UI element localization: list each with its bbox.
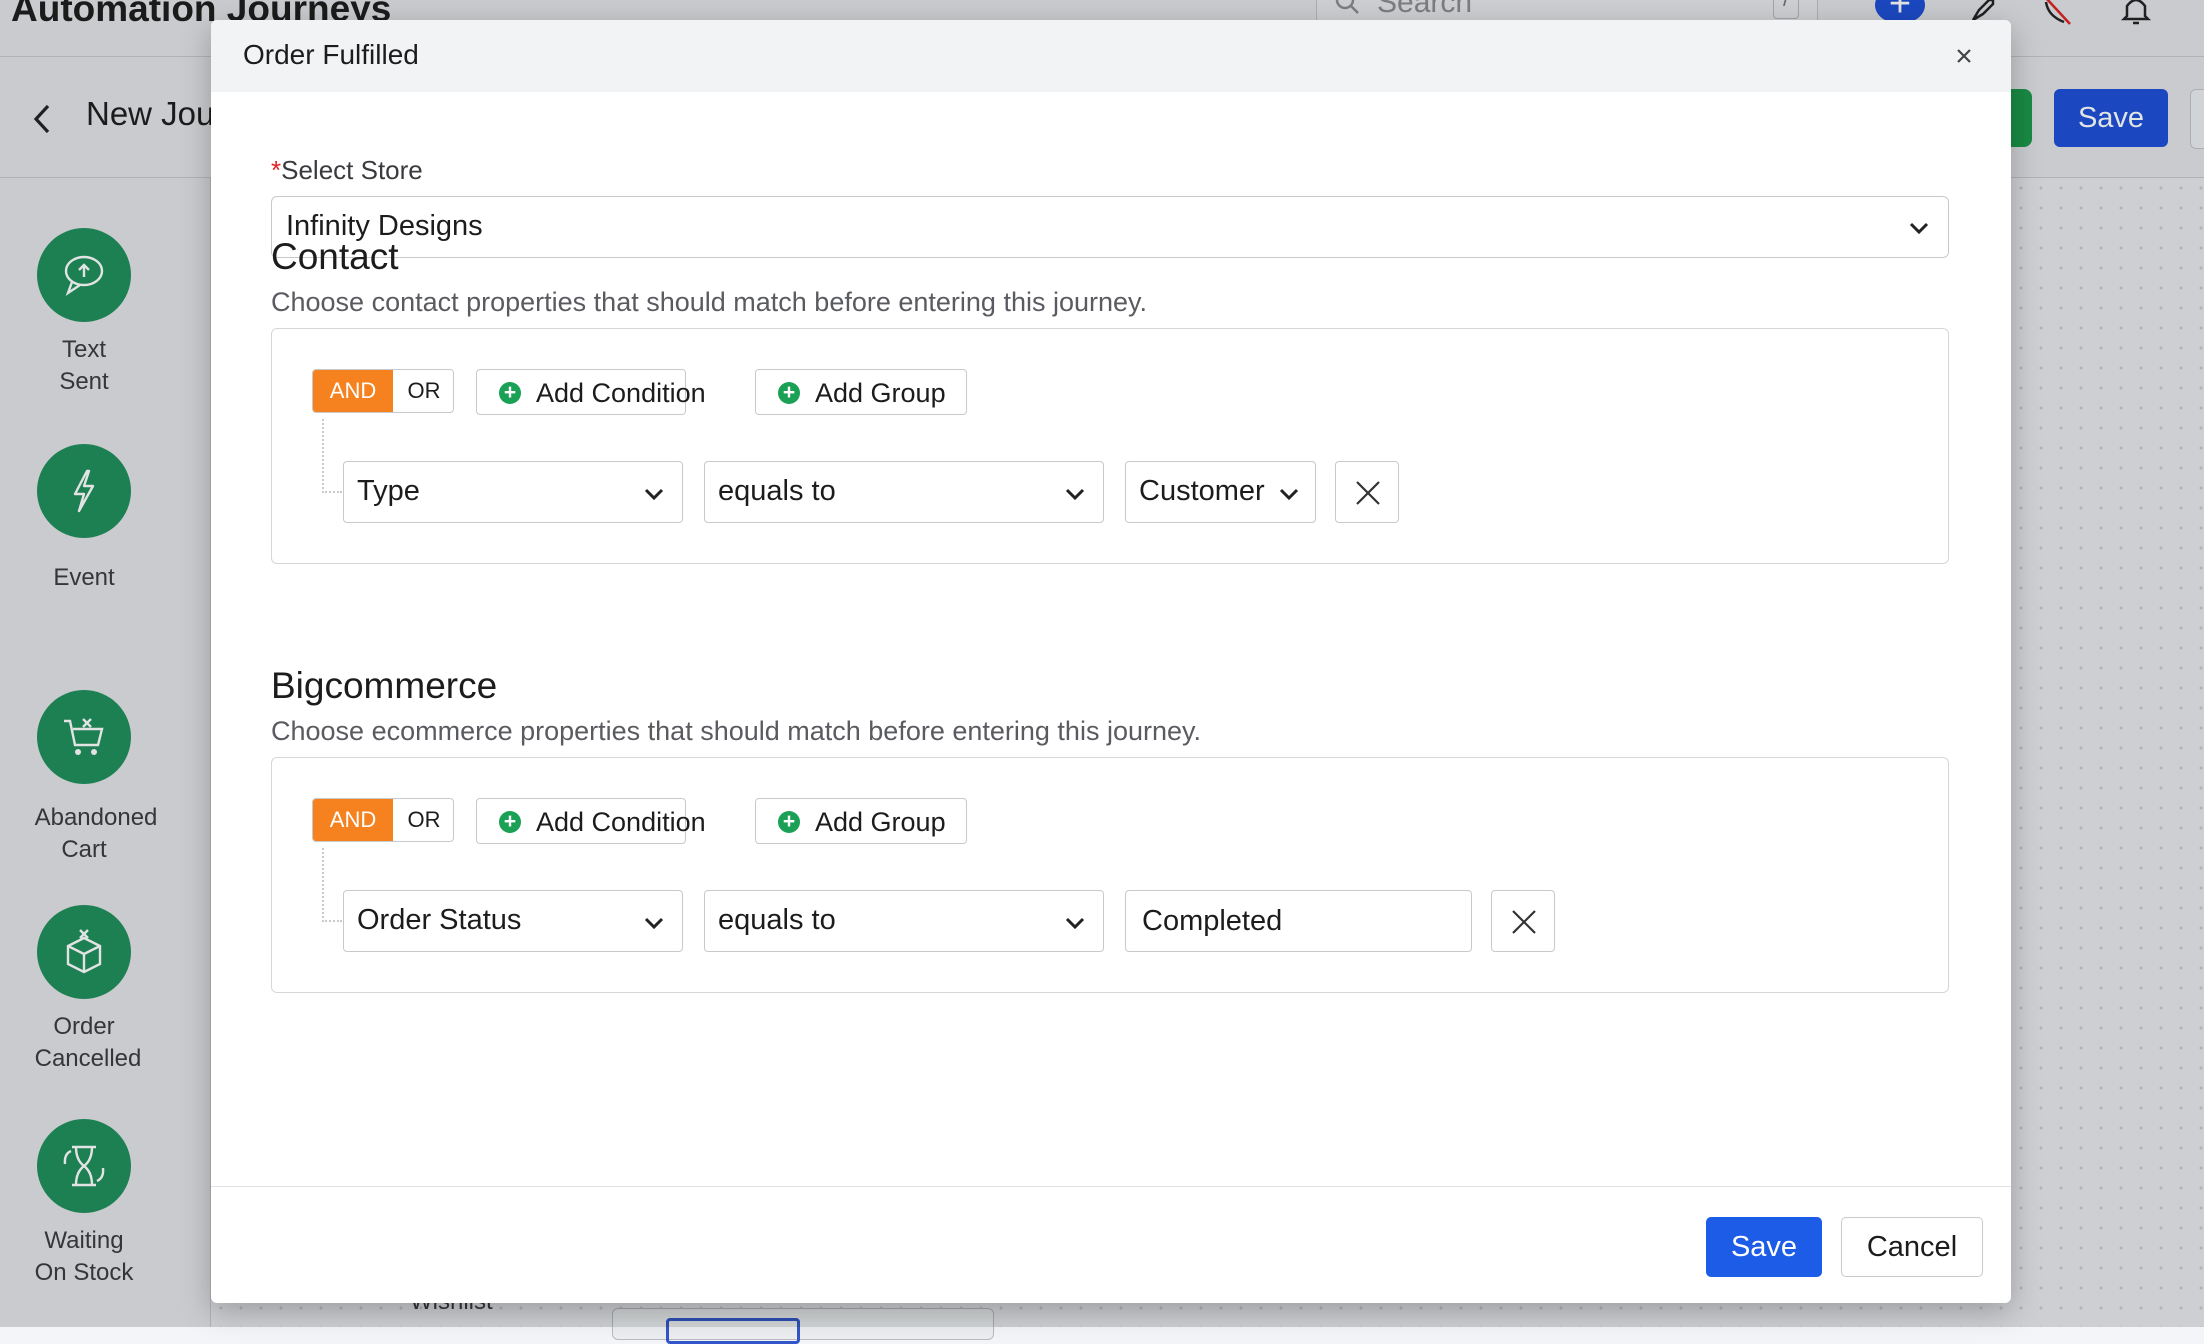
contact-operator-select[interactable]: equals to xyxy=(704,461,1104,523)
bigcommerce-or-toggle[interactable]: OR xyxy=(393,799,453,841)
bigcommerce-conditions-box: AND OR + Add Condition + Add Group Order… xyxy=(271,757,1949,993)
add-group-label: Add Group xyxy=(815,378,946,408)
add-condition-label: Add Condition xyxy=(536,807,706,837)
modal-header: Order Fulfilled xyxy=(211,20,2011,92)
plus-circle-icon: + xyxy=(499,811,521,833)
add-condition-label: Add Condition xyxy=(536,378,706,408)
chevron-down-icon xyxy=(642,911,666,940)
contact-value-select[interactable]: Customer xyxy=(1125,461,1316,523)
add-group-label: Add Group xyxy=(815,807,946,837)
bigcommerce-remove-condition-button[interactable] xyxy=(1491,890,1555,952)
select-store-label-text: Select Store xyxy=(281,155,423,185)
store-select[interactable]: Infinity Designs xyxy=(271,196,1949,258)
select-store-label: *Select Store xyxy=(271,155,423,186)
bigcommerce-field-value: Order Status xyxy=(357,904,522,936)
modal-title: Order Fulfilled xyxy=(243,39,419,70)
chevron-down-icon xyxy=(1906,215,1932,246)
bigcommerce-value-input[interactable] xyxy=(1125,890,1472,952)
bigcommerce-and-toggle[interactable]: AND xyxy=(313,799,393,841)
chevron-down-icon xyxy=(1063,911,1087,940)
contact-value-value: Customer xyxy=(1139,475,1265,507)
plus-circle-icon: + xyxy=(499,382,521,404)
modal-save-button[interactable]: Save xyxy=(1706,1217,1822,1277)
chevron-down-icon xyxy=(642,482,666,511)
chevron-down-icon xyxy=(1277,482,1301,511)
contact-section-description: Choose contact properties that should ma… xyxy=(271,287,1148,317)
plus-circle-icon: + xyxy=(778,382,800,404)
bigcommerce-section-title: Bigcommerce xyxy=(271,665,498,706)
contact-or-toggle[interactable]: OR xyxy=(393,370,453,412)
modal-cancel-button[interactable]: Cancel xyxy=(1841,1217,1983,1277)
condition-tree-connector xyxy=(322,419,342,493)
bigcommerce-operator-value: equals to xyxy=(718,904,836,936)
contact-field-value: Type xyxy=(357,475,420,507)
contact-logic-toggle: AND OR xyxy=(312,369,454,413)
bigcommerce-operator-select[interactable]: equals to xyxy=(704,890,1104,952)
close-icon[interactable] xyxy=(1948,40,1980,72)
bigcommerce-section-description: Choose ecommerce properties that should … xyxy=(271,716,1201,746)
contact-section-title: Contact xyxy=(271,236,399,277)
contact-add-condition-button[interactable]: + Add Condition xyxy=(476,369,706,415)
bigcommerce-logic-toggle: AND OR xyxy=(312,798,454,842)
plus-circle-icon: + xyxy=(778,811,800,833)
bigcommerce-field-select[interactable]: Order Status xyxy=(343,890,683,952)
contact-conditions-box: AND OR + Add Condition + Add Group Type … xyxy=(271,328,1949,564)
bigcommerce-add-group-button[interactable]: + Add Group xyxy=(755,798,967,844)
bigcommerce-add-condition-button[interactable]: + Add Condition xyxy=(476,798,706,844)
chevron-down-icon xyxy=(1063,482,1087,511)
order-fulfilled-modal: Order Fulfilled *Select Store Infinity D… xyxy=(211,20,2011,1303)
condition-tree-connector xyxy=(322,848,342,922)
contact-and-toggle[interactable]: AND xyxy=(313,370,393,412)
contact-operator-value: equals to xyxy=(718,475,836,507)
required-mark: * xyxy=(271,155,282,185)
contact-add-group-button[interactable]: + Add Group xyxy=(755,369,967,415)
contact-field-select[interactable]: Type xyxy=(343,461,683,523)
contact-remove-condition-button[interactable] xyxy=(1335,461,1399,523)
